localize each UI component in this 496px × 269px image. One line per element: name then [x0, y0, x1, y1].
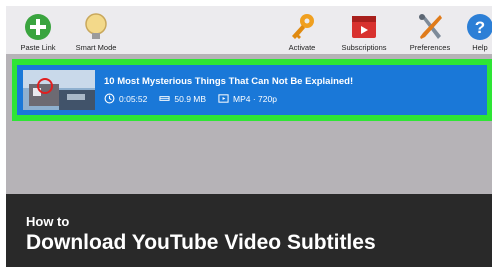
file-size-icon	[159, 96, 170, 101]
clock-icon	[104, 93, 115, 104]
app-window: Paste Link Smart Mode Activate Subscript…	[6, 6, 492, 267]
help-label: Help	[472, 43, 488, 52]
video-thumbnail	[23, 70, 95, 110]
toolbar: Paste Link Smart Mode Activate Subscript…	[6, 6, 492, 54]
video-format-icon	[218, 94, 229, 103]
subscriptions-icon	[352, 16, 376, 38]
item-info: 10 Most Mysterious Things That Can Not B…	[104, 76, 353, 104]
duration: 0:05:52	[104, 93, 147, 104]
lightbulb-icon	[85, 13, 107, 39]
tools-icon	[419, 14, 442, 39]
download-list-item[interactable]: 10 Most Mysterious Things That Can Not B…	[17, 65, 487, 115]
subscriptions-label: Subscriptions	[341, 43, 387, 52]
caption-banner: How to Download YouTube Video Subtitles	[6, 194, 492, 267]
activate-label: Activate	[288, 43, 316, 52]
item-meta: 0:05:52 50.9 MB MP4 · 720p	[104, 93, 353, 104]
file-size: 50.9 MB	[159, 93, 206, 104]
format-value: MP4 · 720p	[233, 93, 277, 104]
activate-button[interactable]: Activate	[270, 6, 334, 54]
subscriptions-button[interactable]: Subscriptions	[332, 6, 396, 54]
help-icon: ?	[467, 14, 492, 40]
paste-link-label: Paste Link	[20, 43, 56, 52]
highlight-outline: 10 Most Mysterious Things That Can Not B…	[12, 59, 492, 121]
svg-text:?: ?	[475, 18, 485, 37]
key-icon	[292, 14, 314, 39]
file-size-value: 50.9 MB	[174, 93, 207, 104]
video-title: 10 Most Mysterious Things That Can Not B…	[104, 76, 354, 87]
duration-value: 0:05:52	[119, 93, 148, 104]
plus-circle-icon	[25, 14, 51, 40]
smart-mode-label: Smart Mode	[75, 43, 117, 52]
smart-mode-button[interactable]: Smart Mode	[64, 6, 128, 54]
paste-link-button[interactable]: Paste Link	[6, 6, 70, 54]
caption-kicker: How to	[26, 214, 70, 229]
help-button[interactable]: ? Help	[448, 6, 492, 54]
caption-title: Download YouTube Video Subtitles	[26, 231, 376, 254]
format: MP4 · 720p	[218, 93, 277, 104]
